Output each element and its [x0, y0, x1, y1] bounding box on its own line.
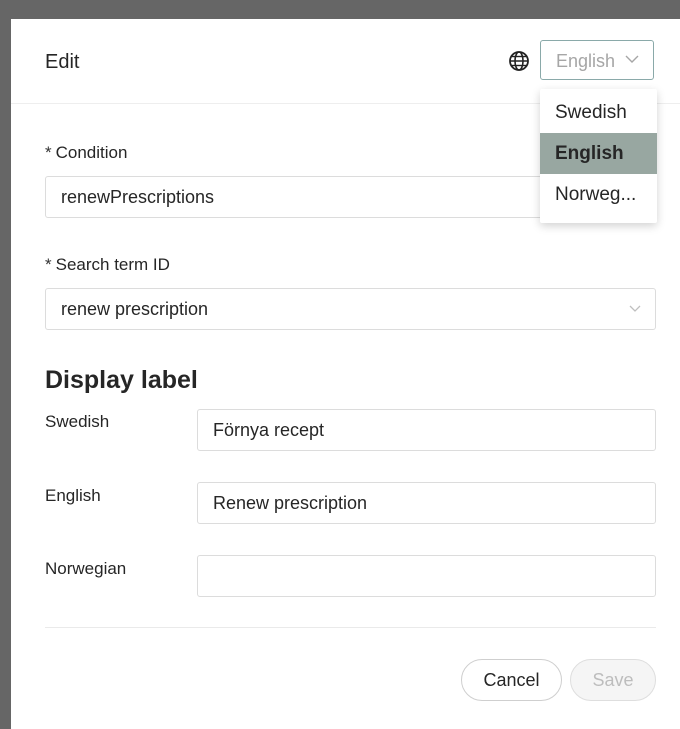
swedish-label: Swedish [45, 412, 110, 431]
language-option-english[interactable]: English [540, 133, 657, 174]
language-option-swedish[interactable]: Swedish [540, 92, 657, 133]
dialog-title: Edit [45, 51, 80, 73]
language-dropdown-menu: Swedish English Norweg... [540, 89, 657, 223]
footer-divider [45, 627, 656, 628]
chevron-down-icon [629, 305, 641, 312]
display-label-heading: Display label [45, 366, 198, 394]
search-term-label: * Search term ID [45, 255, 170, 275]
norwegian-input[interactable] [197, 555, 656, 597]
save-button[interactable]: Save [570, 659, 656, 701]
chevron-down-icon [625, 55, 639, 63]
search-term-value: renew prescription [61, 299, 209, 319]
edit-dialog: Edit English Swedish English Norweg... *… [11, 19, 680, 729]
language-select[interactable]: English [540, 40, 654, 80]
language-option-norwegian[interactable]: Norweg... [540, 174, 657, 215]
english-label: English [45, 486, 101, 505]
search-term-select[interactable]: renew prescription [45, 288, 656, 330]
condition-label-text: Condition [55, 143, 128, 162]
condition-label: * Condition [45, 143, 127, 163]
background-marker [8, 106, 10, 116]
required-mark: * [45, 143, 52, 162]
language-select-value: English [556, 51, 616, 71]
background-overlay-top [0, 0, 680, 19]
cancel-button[interactable]: Cancel [461, 659, 562, 701]
norwegian-label: Norwegian [45, 559, 127, 578]
swedish-input[interactable]: Förnya recept [197, 409, 656, 451]
globe-icon [509, 51, 529, 71]
search-term-label-text: Search term ID [55, 255, 170, 274]
english-input[interactable]: Renew prescription [197, 482, 656, 524]
required-mark: * [45, 255, 52, 274]
